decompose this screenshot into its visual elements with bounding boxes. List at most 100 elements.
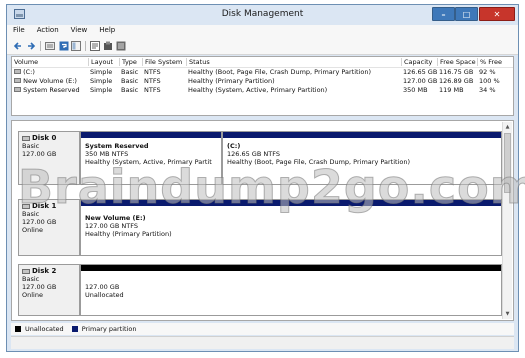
partition-status: Healthy (Primary Partition)	[85, 230, 172, 238]
volume-layout: Simple	[90, 68, 113, 76]
maximize-button[interactable]: □	[455, 7, 478, 21]
partition-status: Healthy (Boot, Page File, Crash Dump, Pr…	[227, 158, 410, 166]
scroll-down-icon[interactable]: ▼	[504, 310, 511, 318]
close-button[interactable]: ✕	[479, 7, 515, 21]
volume-name-cell: System Reserved	[12, 86, 88, 94]
disk-size: 127.00 GB	[22, 150, 57, 158]
vertical-scrollbar[interactable]: ▲ ▼	[502, 122, 512, 319]
partition-bar	[81, 265, 501, 271]
disk-icon	[22, 135, 30, 141]
settings-icon[interactable]	[103, 41, 113, 51]
volume-list: Volume Layout Type File System Status Ca…	[11, 56, 514, 116]
menu-help[interactable]: Help	[93, 25, 121, 38]
volume-icon	[14, 69, 21, 74]
volume-file-system: NTFS	[144, 77, 161, 85]
volume-type: Basic	[121, 68, 139, 76]
partition-bar	[81, 132, 221, 138]
volume-free-space: 126.89 GB	[439, 77, 474, 85]
close-icon: ✕	[493, 9, 501, 19]
volume-status: Healthy (System, Active, Primary Partiti…	[188, 86, 328, 94]
partition-size: 127.00 GB	[85, 283, 120, 291]
volume-capacity: 350 MB	[403, 86, 428, 94]
legend-label-unallocated: Unallocated	[25, 325, 64, 333]
column-header-file-system[interactable]: File System	[142, 58, 186, 66]
volume-file-system: NTFS	[144, 68, 161, 76]
volume-row[interactable]: System Reserved Simple Basic NTFS Health…	[12, 85, 513, 95]
menu-action[interactable]: Action	[31, 25, 65, 38]
partition-name: New Volume (E:)	[85, 214, 146, 222]
legend-swatch-unallocated	[15, 326, 21, 332]
column-header-layout[interactable]: Layout	[88, 58, 119, 66]
partition-bar	[81, 200, 501, 206]
partition-bar	[223, 132, 501, 138]
volume-icon	[14, 87, 21, 92]
disk-row: Disk 0 Basic 127.00 GB System Reserved 3…	[18, 131, 502, 185]
legend-label-primary: Primary partition	[81, 325, 137, 333]
partition-system-reserved[interactable]: System Reserved 350 MB NTFS Healthy (Sys…	[80, 131, 222, 185]
volume-status: Healthy (Primary Partition)	[188, 77, 275, 85]
partition-name: (C:)	[227, 142, 241, 150]
console-tree-icon[interactable]	[71, 41, 81, 51]
column-header-free-space[interactable]: Free Space	[437, 58, 477, 66]
volume-name-cell: New Volume (E:)	[12, 77, 88, 85]
disk-size: 127.00 GB	[22, 283, 57, 291]
menu-bar: File Action View Help	[7, 25, 518, 38]
column-header-capacity[interactable]: Capacity	[401, 58, 437, 66]
disk-label[interactable]: Disk 0 Basic 127.00 GB	[18, 131, 80, 185]
volume-layout: Simple	[90, 77, 113, 85]
partition-size: 127.00 GB NTFS	[85, 222, 138, 230]
partition-text: System Reserved 350 MB NTFS Healthy (Sys…	[85, 142, 212, 166]
disk-name-line: Disk 1	[22, 202, 79, 210]
partition-text: 127.00 GB Unallocated	[85, 283, 124, 299]
toolbar-separator	[40, 41, 41, 51]
disk-kind: Basic	[22, 142, 40, 150]
disk-state: Online	[22, 291, 43, 299]
forward-arrow-icon[interactable]	[26, 41, 36, 51]
list-view-icon[interactable]	[116, 41, 126, 51]
column-header-volume[interactable]: Volume	[12, 58, 88, 66]
scroll-up-icon[interactable]: ▲	[504, 123, 511, 131]
disk-label[interactable]: Disk 2 Basic 127.00 GB Online	[18, 264, 80, 316]
minimize-icon: –	[441, 9, 446, 19]
volume-name: (C:)	[23, 68, 35, 76]
disk-label[interactable]: Disk 1 Basic 127.00 GB Online	[18, 199, 80, 256]
volume-percent-free: 92 %	[479, 68, 496, 76]
disk-icon	[22, 203, 30, 209]
disk-list-icon[interactable]	[45, 41, 55, 51]
volume-status: Healthy (Boot, Page File, Crash Dump, Pr…	[188, 68, 371, 76]
partition-size: 350 MB NTFS	[85, 150, 129, 158]
help-icon[interactable]	[59, 41, 69, 51]
partition-text: New Volume (E:) 127.00 GB NTFS Healthy (…	[85, 214, 172, 238]
back-arrow-icon[interactable]	[13, 41, 23, 51]
volume-icon	[14, 78, 21, 83]
column-header-status[interactable]: Status	[186, 58, 401, 66]
partition-c-drive[interactable]: (C:) 126.65 GB NTFS Healthy (Boot, Page …	[222, 131, 502, 185]
menu-file[interactable]: File	[7, 25, 31, 38]
disk-kind: Basic	[22, 210, 40, 218]
maximize-icon: □	[462, 9, 471, 19]
partition-e-drive[interactable]: New Volume (E:) 127.00 GB NTFS Healthy (…	[80, 199, 502, 256]
properties-icon[interactable]	[90, 41, 100, 51]
volume-file-system: NTFS	[144, 86, 161, 94]
disk-kind: Basic	[22, 275, 40, 283]
volume-capacity: 126.65 GB	[403, 68, 437, 76]
disk-size: 127.00 GB	[22, 218, 57, 226]
volume-free-space: 119 MB	[439, 86, 464, 94]
toolbar-separator	[85, 41, 86, 51]
scrollbar-thumb[interactable]	[504, 133, 511, 193]
menu-view[interactable]: View	[65, 25, 94, 38]
volume-free-space: 116.75 GB	[439, 68, 474, 76]
disk-name: Disk 1	[32, 202, 57, 210]
minimize-button[interactable]: –	[432, 7, 455, 21]
column-header-percent-free[interactable]: % Free	[477, 58, 513, 66]
column-header-type[interactable]: Type	[119, 58, 142, 66]
volume-percent-free: 100 %	[479, 77, 500, 85]
disk-row: Disk 1 Basic 127.00 GB Online New Volume…	[18, 199, 502, 256]
partition-unallocated[interactable]: 127.00 GB Unallocated	[80, 264, 502, 316]
volume-capacity: 127.00 GB	[403, 77, 437, 85]
disk-name-line: Disk 2	[22, 267, 79, 275]
legend: Unallocated Primary partition	[11, 323, 514, 335]
toolbar	[7, 38, 518, 55]
disk-state: Online	[22, 226, 43, 234]
disk-name: Disk 2	[32, 267, 57, 275]
